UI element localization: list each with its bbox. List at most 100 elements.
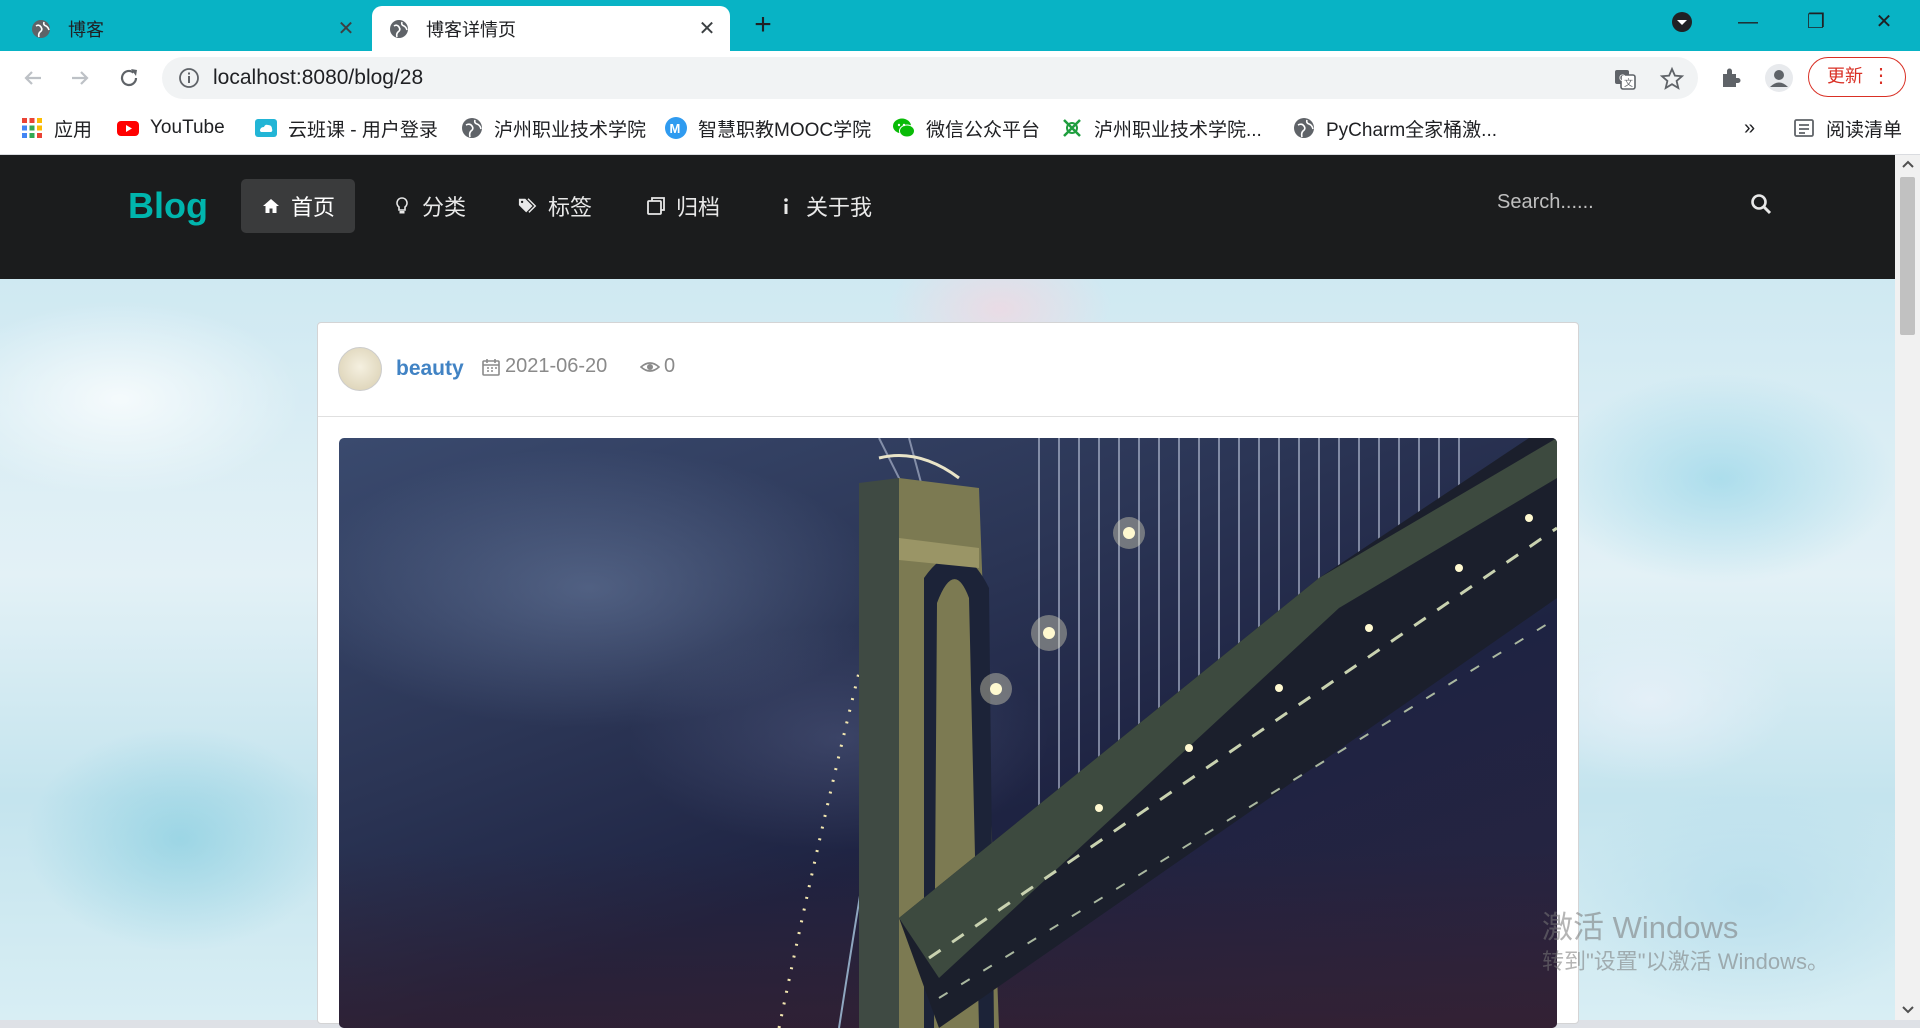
chevron-down-icon <box>1672 12 1692 32</box>
calendar-icon <box>482 358 500 376</box>
idea-icon <box>396 197 408 214</box>
windows-activation-hint: 转到"设置"以激活 Windows。 <box>1542 949 1829 974</box>
translate-icon[interactable]: G文 <box>1612 66 1638 92</box>
browser-tab-strip: 博客 ✕ 博客详情页 ✕ + — ❐ ✕ <box>0 0 1920 51</box>
profile-avatar-icon[interactable] <box>1764 63 1794 93</box>
new-tab-button[interactable]: + <box>748 8 778 42</box>
mooc-icon: M <box>665 117 687 139</box>
nav-category[interactable]: 分类 <box>372 179 486 233</box>
bookmark-label: YouTube <box>150 117 225 138</box>
bookmark-apps[interactable]: 应用 <box>20 104 92 152</box>
search-icon[interactable] <box>1750 193 1772 215</box>
browser-toolbar: localhost:8080/blog/28 G文 更新 ⋮ <box>0 51 1920 104</box>
youtube-icon <box>117 121 139 136</box>
nav-label: 关于我 <box>806 195 873 220</box>
globe-icon <box>1294 118 1314 138</box>
update-label: 更新 <box>1827 66 1863 86</box>
svg-text:M: M <box>670 121 681 136</box>
bookmark-label: 泸州职业技术学院 <box>494 119 647 141</box>
author-link[interactable]: beauty <box>396 357 464 381</box>
close-icon[interactable]: ✕ <box>335 16 357 41</box>
svg-text:文: 文 <box>1624 77 1633 89</box>
nav-about[interactable]: 关于我 <box>756 179 892 233</box>
nav-archive[interactable]: 归档 <box>626 179 740 233</box>
address-bar[interactable]: localhost:8080/blog/28 G文 <box>162 57 1698 99</box>
globe-icon <box>32 19 50 38</box>
bookmark-luzhou-college-2[interactable]: 泸州职业技术学院... <box>1060 104 1262 152</box>
star-icon[interactable] <box>1659 66 1685 92</box>
reload-icon <box>120 69 138 87</box>
bookmark-label: 微信公众平台 <box>926 119 1041 141</box>
tags-icon <box>518 198 537 213</box>
window-close-button[interactable]: ✕ <box>1854 0 1914 44</box>
site-logo[interactable]: Blog <box>128 185 208 227</box>
back-button[interactable] <box>16 61 50 95</box>
globe-icon <box>390 19 408 38</box>
tab-blog[interactable]: 博客 ✕ <box>14 6 369 51</box>
scroll-up-icon[interactable] <box>1901 159 1915 169</box>
tab-search-button[interactable] <box>1652 0 1712 44</box>
date-text: 2021-06-20 <box>505 355 608 377</box>
eye-icon <box>640 361 660 372</box>
bookmark-label: 云班课 - 用户登录 <box>288 119 438 141</box>
menu-dots-icon: ⋮ <box>1871 65 1891 87</box>
info-icon[interactable] <box>178 67 200 89</box>
globe-icon <box>462 118 482 138</box>
nav-label: 标签 <box>548 195 593 220</box>
scrollbar-thumb[interactable] <box>1900 177 1915 335</box>
nav-home[interactable]: 首页 <box>241 179 356 233</box>
views-count: 0 <box>664 355 676 377</box>
nav-tags[interactable]: 标签 <box>498 179 612 233</box>
forward-button[interactable] <box>63 61 97 95</box>
blog-detail-card: beauty 2021-06-20 0 <box>317 322 1579 1028</box>
reading-list-button[interactable]: 阅读清单 <box>1792 104 1902 152</box>
bookmark-label: 泸州职业技术学院... <box>1094 119 1262 141</box>
post-header: beauty 2021-06-20 0 <box>318 323 1578 417</box>
bridge-illustration <box>777 438 1557 1028</box>
school-logo-icon <box>1063 119 1081 137</box>
restore-button[interactable]: ❐ <box>1786 0 1846 44</box>
bookmark-youtube[interactable]: YouTube <box>116 104 225 152</box>
bookmark-mooc[interactable]: M 智慧职教MOOC学院 <box>664 104 871 152</box>
bookmark-wechat[interactable]: 微信公众平台 <box>892 104 1040 152</box>
tab-blog-detail[interactable]: 博客详情页 ✕ <box>372 6 730 51</box>
bookmark-label: PyCharm全家桶激... <box>1326 119 1498 141</box>
home-icon <box>263 199 279 213</box>
bookmarks-bar: 应用 YouTube 云班课 - 用户登录 泸州职业技术学院 M 智慧职教MOO… <box>0 104 1920 155</box>
windows-activation-title: 激活 Windows <box>1542 910 1739 945</box>
extensions-icon[interactable] <box>1718 65 1744 91</box>
apps-grid-icon <box>22 118 42 138</box>
nav-label: 分类 <box>422 195 467 220</box>
cloud-class-icon <box>255 119 277 137</box>
more-bookmarks-button[interactable]: » <box>1744 104 1755 152</box>
url-text: localhost:8080/blog/28 <box>213 66 424 89</box>
reading-list-icon <box>1794 119 1814 137</box>
minimize-button[interactable]: — <box>1718 0 1778 44</box>
arrow-right-icon <box>72 71 89 85</box>
nav-label: 归档 <box>676 195 721 220</box>
arrow-left-icon <box>24 71 41 85</box>
post-date: 2021-06-20 <box>481 355 607 378</box>
scroll-down-icon[interactable] <box>1901 1005 1915 1015</box>
tab-title: 博客 <box>68 19 104 40</box>
bookmark-yunbanke[interactable]: 云班课 - 用户登录 <box>254 104 438 152</box>
bookmark-luzhou-college[interactable]: 泸州职业技术学院 <box>460 104 646 152</box>
reload-button[interactable] <box>112 61 146 95</box>
close-icon[interactable]: ✕ <box>696 16 718 41</box>
wechat-icon <box>893 118 915 138</box>
post-views: 0 <box>640 355 675 378</box>
bookmark-label: 智慧职教MOOC学院 <box>698 119 872 141</box>
tab-title: 博客详情页 <box>426 19 516 40</box>
avatar <box>338 347 382 391</box>
site-navbar: Blog 首页 分类 标签 归档 关于我 Search...... <box>0 155 1895 279</box>
bookmark-pycharm[interactable]: PyCharm全家桶激... <box>1292 104 1497 152</box>
update-button[interactable]: 更新 ⋮ <box>1808 57 1906 97</box>
search-input[interactable]: Search...... <box>1497 191 1594 214</box>
clone-icon <box>647 197 665 215</box>
bookmark-label: 应用 <box>54 119 93 141</box>
post-cover-image <box>339 438 1557 1028</box>
page-scrollbar[interactable] <box>1895 155 1920 1020</box>
reading-list-label: 阅读清单 <box>1826 119 1903 141</box>
info-icon <box>784 198 788 214</box>
nav-label: 首页 <box>291 195 336 220</box>
